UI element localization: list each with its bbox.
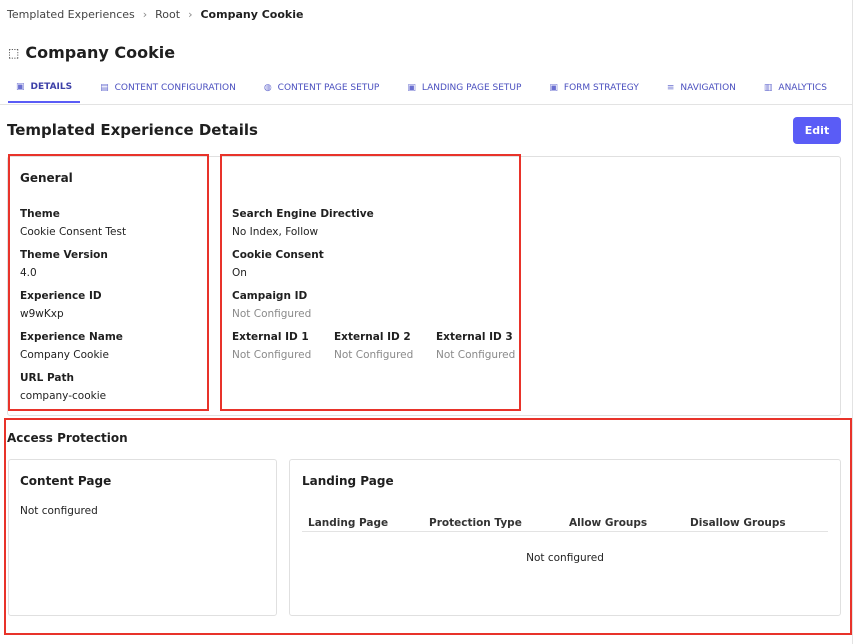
column-header-landing-page[interactable]: Landing Page (308, 517, 388, 529)
value: On (232, 267, 247, 279)
label: Cookie Consent (232, 249, 324, 261)
content-page-title: Content Page (20, 474, 112, 488)
breadcrumb-current: Company Cookie (200, 8, 304, 21)
tab-landing-page-setup[interactable]: ▣ LANDING PAGE SETUP (399, 80, 529, 103)
cursor-select-icon: ⬚ (8, 45, 20, 60)
tab-analytics[interactable]: ▥ ANALYTICS (756, 80, 835, 103)
document-icon: ▤ (100, 82, 109, 93)
tab-label: CONTENT PAGE SETUP (277, 82, 380, 93)
highlight-box (220, 154, 521, 411)
field-external-id-2: External ID 2 Not Configured (334, 331, 413, 361)
edit-button[interactable]: Edit (793, 117, 841, 144)
breadcrumb-templated-experiences[interactable]: Templated Experiences (7, 8, 135, 21)
breadcrumb-root[interactable]: Root (155, 8, 180, 21)
section-title: Templated Experience Details (7, 121, 258, 139)
label: External ID 2 (334, 331, 411, 343)
label: External ID 1 (232, 331, 309, 343)
landing-page-title: Landing Page (302, 474, 394, 488)
tab-navigation[interactable]: ≡ NAVIGATION (659, 80, 744, 103)
field-theme: Theme Cookie Consent Test (20, 208, 126, 238)
value: 4.0 (20, 267, 37, 279)
chevron-right-icon: › (142, 8, 148, 21)
palette-icon: ◍ (263, 82, 272, 93)
field-external-id-1: External ID 1 Not Configured (232, 331, 311, 361)
label: External ID 3 (436, 331, 513, 343)
label: Experience ID (20, 290, 102, 302)
field-external-id-3: External ID 3 Not Configured (436, 331, 515, 361)
field-cookie-consent: Cookie Consent On (232, 249, 324, 279)
divider (852, 0, 853, 644)
menu-icon: ≡ (666, 82, 675, 93)
field-url-path: URL Path company-cookie (20, 372, 106, 402)
chart-icon: ▥ (763, 82, 773, 93)
value: Not Configured (232, 308, 312, 320)
divider (0, 104, 852, 105)
value: w9wKxp (20, 308, 64, 320)
tab-form-strategy[interactable]: ▣ FORM STRATEGY (541, 80, 646, 103)
chevron-right-icon: › (188, 8, 193, 21)
tab-label: CONTENT CONFIGURATION (114, 82, 236, 93)
column-header-disallow-groups[interactable]: Disallow Groups (690, 517, 786, 529)
page-title-text: Company Cookie (25, 43, 176, 62)
tab-label: FORM STRATEGY (563, 82, 639, 93)
column-header-allow-groups[interactable]: Allow Groups (569, 517, 647, 529)
general-title: General (20, 171, 73, 185)
page-icon: ▣ (407, 82, 416, 93)
table-divider (302, 531, 828, 532)
breadcrumb: Templated Experiences › Root › Company Coo… (7, 8, 303, 21)
tab-label: NAVIGATION (680, 82, 736, 93)
tab-content-configuration[interactable]: ▤ CONTENT CONFIGURATION (92, 80, 244, 103)
field-search-engine-directive: Search Engine Directive No Index, Follow (232, 208, 374, 238)
field-experience-id: Experience ID w9wKxp (20, 290, 102, 320)
field-theme-version: Theme Version 4.0 (20, 249, 108, 279)
value: Cookie Consent Test (20, 226, 127, 238)
field-campaign-id: Campaign ID Not Configured (232, 290, 311, 320)
tab-label: ANALYTICS (778, 82, 827, 93)
value: Not Configured (334, 349, 414, 361)
tab-bar: ▣ DETAILS ▤ CONTENT CONFIGURATION ◍ CONTENT… (8, 80, 847, 103)
label: Campaign ID (232, 290, 308, 302)
page-title: ⬚ Company Cookie (8, 43, 175, 62)
table-empty-message: Not configured (526, 552, 604, 564)
label: URL Path (20, 372, 74, 384)
image-icon: ▣ (16, 82, 25, 92)
form-icon: ▣ (549, 82, 558, 93)
tab-content-page-setup[interactable]: ◍ CONTENT PAGE SETUP (256, 80, 388, 103)
value: Not Configured (232, 349, 312, 361)
access-protection-title: Access Protection (7, 431, 128, 445)
label: Theme Version (20, 249, 108, 261)
tab-details[interactable]: ▣ DETAILS (8, 80, 81, 103)
content-page-value: Not configured (20, 505, 98, 517)
label: Experience Name (20, 331, 123, 343)
value: Not Configured (436, 349, 516, 361)
tab-label: LANDING PAGE SETUP (421, 82, 522, 93)
label: Theme (20, 208, 60, 220)
label: Search Engine Directive (232, 208, 374, 220)
value: company-cookie (20, 390, 107, 402)
field-experience-name: Experience Name Company Cookie (20, 331, 123, 361)
value: No Index, Follow (232, 226, 319, 238)
column-header-protection-type[interactable]: Protection Type (429, 517, 522, 529)
tab-label: DETAILS (30, 82, 73, 92)
value: Company Cookie (20, 349, 109, 361)
